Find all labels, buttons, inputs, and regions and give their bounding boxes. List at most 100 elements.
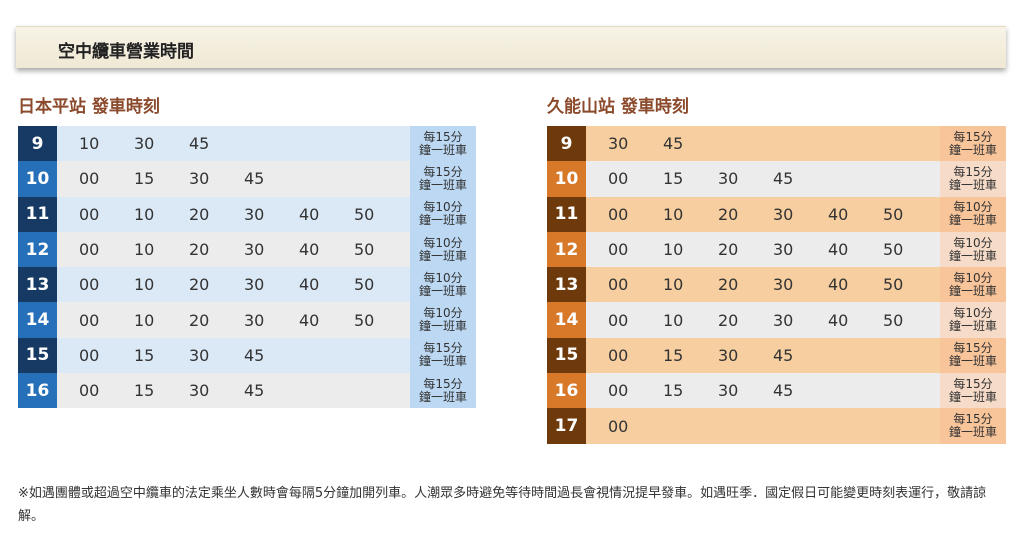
minute-cell: 50 [883, 204, 904, 224]
table-row: 9 30 45 每15分 鐘一班車 [547, 126, 1006, 162]
minute-cell: 15 [134, 381, 155, 401]
minute-cell: 30 [718, 345, 739, 365]
minute-cell: 00 [608, 275, 629, 295]
left-timetable: 9 10 30 45 每15分 鐘一班車 10 00 15 30 45 每15分 鐘一班車 11 00 10 2… [18, 126, 476, 409]
frequency-cell: 每10分 鐘一班車 [940, 231, 1006, 268]
minute-cell: 30 [244, 275, 265, 295]
frequency-text: 鐘一班車 [948, 354, 997, 369]
minute-cell: 20 [189, 275, 210, 295]
table-row: 16 00 15 30 45 每15分 鐘一班車 [18, 373, 476, 409]
minute-cell: 00 [79, 345, 100, 365]
minute-cell: 40 [299, 275, 320, 295]
hour-cell: 14 [547, 302, 586, 338]
minute-cell: 10 [663, 275, 684, 295]
minute-cell: 00 [79, 204, 100, 224]
frequency-cell: 每15分 鐘一班車 [940, 373, 1006, 409]
minute-cell: 40 [299, 310, 320, 330]
hour-cell: 9 [547, 126, 586, 162]
frequency-text: 每15分 [423, 164, 463, 179]
hour-cell: 10 [547, 161, 586, 197]
minute-cell: 15 [663, 345, 684, 365]
frequency-text: 鐘一班車 [948, 177, 997, 192]
frequency-cell: 每10分 鐘一班車 [410, 302, 476, 338]
frequency-text: 鐘一班車 [418, 248, 467, 263]
frequency-text: 鐘一班車 [418, 177, 467, 192]
hour-cell: 13 [18, 267, 57, 303]
minute-cell: 10 [134, 310, 155, 330]
table-row: 11 00 10 20 30 40 50 每10分 鐘一班車 [547, 196, 1006, 232]
minute-cell: 45 [244, 169, 265, 189]
table-row: 9 10 30 45 每15分 鐘一班車 [18, 126, 476, 162]
frequency-cell: 每10分 鐘一班車 [410, 196, 476, 232]
frequency-text: 鐘一班車 [948, 213, 997, 228]
minute-cell: 30 [773, 310, 794, 330]
frequency-text: 鐘一班車 [418, 319, 467, 334]
table-row: 14 00 10 20 30 40 50 每10分 鐘一班車 [547, 302, 1006, 338]
minute-cell: 50 [354, 240, 375, 260]
right-timetable: 9 30 45 每15分 鐘一班車 10 00 15 30 45 每15分 鐘一班車 11 00 10 20 3… [547, 126, 1006, 444]
minute-cell: 00 [79, 310, 100, 330]
frequency-text: 每10分 [423, 270, 463, 285]
table-row: 14 00 10 20 30 40 50 每10分 鐘一班車 [18, 302, 476, 338]
minute-cell: 10 [134, 275, 155, 295]
minute-cell: 15 [663, 381, 684, 401]
minute-cell: 10 [663, 240, 684, 260]
frequency-text: 鐘一班車 [418, 283, 467, 298]
minute-cell: 00 [608, 416, 629, 436]
minute-cell: 10 [134, 240, 155, 260]
frequency-cell: 每15分 鐘一班車 [940, 408, 1006, 444]
minute-cell: 30 [189, 345, 210, 365]
frequency-cell: 每15分 鐘一班車 [940, 126, 1006, 162]
frequency-text: 鐘一班車 [418, 354, 467, 369]
minute-cell: 40 [828, 240, 849, 260]
minute-cell: 45 [773, 345, 794, 365]
minute-cell: 30 [244, 240, 265, 260]
right-station-title: 久能山站 發車時刻 [547, 97, 689, 117]
minute-cell: 45 [773, 381, 794, 401]
table-row: 12 00 10 20 30 40 50 每10分 鐘一班車 [547, 231, 1006, 268]
frequency-text: 鐘一班車 [948, 283, 997, 298]
minute-cell: 30 [773, 275, 794, 295]
minute-cell: 20 [718, 204, 739, 224]
minute-cell: 10 [134, 204, 155, 224]
frequency-text: 每10分 [423, 235, 463, 250]
table-row: 12 00 10 20 30 40 50 每10分 鐘一班車 [18, 231, 476, 268]
minute-cell: 45 [773, 169, 794, 189]
frequency-text: 每15分 [953, 129, 993, 144]
frequency-cell: 每15分 鐘一班車 [940, 161, 1006, 197]
hour-cell: 11 [547, 196, 586, 232]
table-row: 13 00 10 20 30 40 50 每10分 鐘一班車 [547, 267, 1006, 303]
frequency-text: 鐘一班車 [418, 142, 467, 157]
frequency-text: 鐘一班車 [948, 248, 997, 263]
minute-cell: 30 [134, 134, 155, 154]
minute-cell: 00 [608, 240, 629, 260]
minute-cell: 40 [828, 204, 849, 224]
minute-cell: 30 [244, 310, 265, 330]
frequency-cell: 每15分 鐘一班車 [410, 373, 476, 409]
minute-cell: 30 [608, 134, 629, 154]
minute-cell: 20 [189, 240, 210, 260]
footnote: ※如遇團體或超過空中纜車的法定乘坐人數時會每隔5分鐘加開列車。人潮眾多時避免等待… [18, 486, 987, 524]
minute-cell: 00 [608, 381, 629, 401]
minute-cell: 45 [663, 134, 684, 154]
frequency-cell: 每10分 鐘一班車 [940, 196, 1006, 232]
frequency-cell: 每10分 鐘一班車 [410, 231, 476, 268]
frequency-text: 每10分 [953, 270, 993, 285]
hour-cell: 12 [18, 231, 57, 268]
minute-cell: 45 [244, 345, 265, 365]
hour-cell: 17 [547, 408, 586, 444]
minute-cell: 00 [608, 310, 629, 330]
frequency-text: 鐘一班車 [948, 319, 997, 334]
minute-cell: 00 [608, 169, 629, 189]
table-row: 11 00 10 20 30 40 50 每10分 鐘一班車 [18, 196, 476, 232]
table-row: 10 00 15 30 45 每15分 鐘一班車 [547, 161, 1006, 197]
table-row: 15 00 15 30 45 每15分 鐘一班車 [18, 337, 476, 374]
minute-cell: 15 [134, 345, 155, 365]
frequency-cell: 每15分 鐘一班車 [410, 126, 476, 162]
frequency-text: 每15分 [423, 129, 463, 144]
minute-cell: 20 [718, 310, 739, 330]
hour-cell: 16 [18, 373, 57, 409]
minute-cell: 00 [608, 345, 629, 365]
frequency-text: 每15分 [953, 376, 993, 391]
minute-cell: 20 [718, 240, 739, 260]
